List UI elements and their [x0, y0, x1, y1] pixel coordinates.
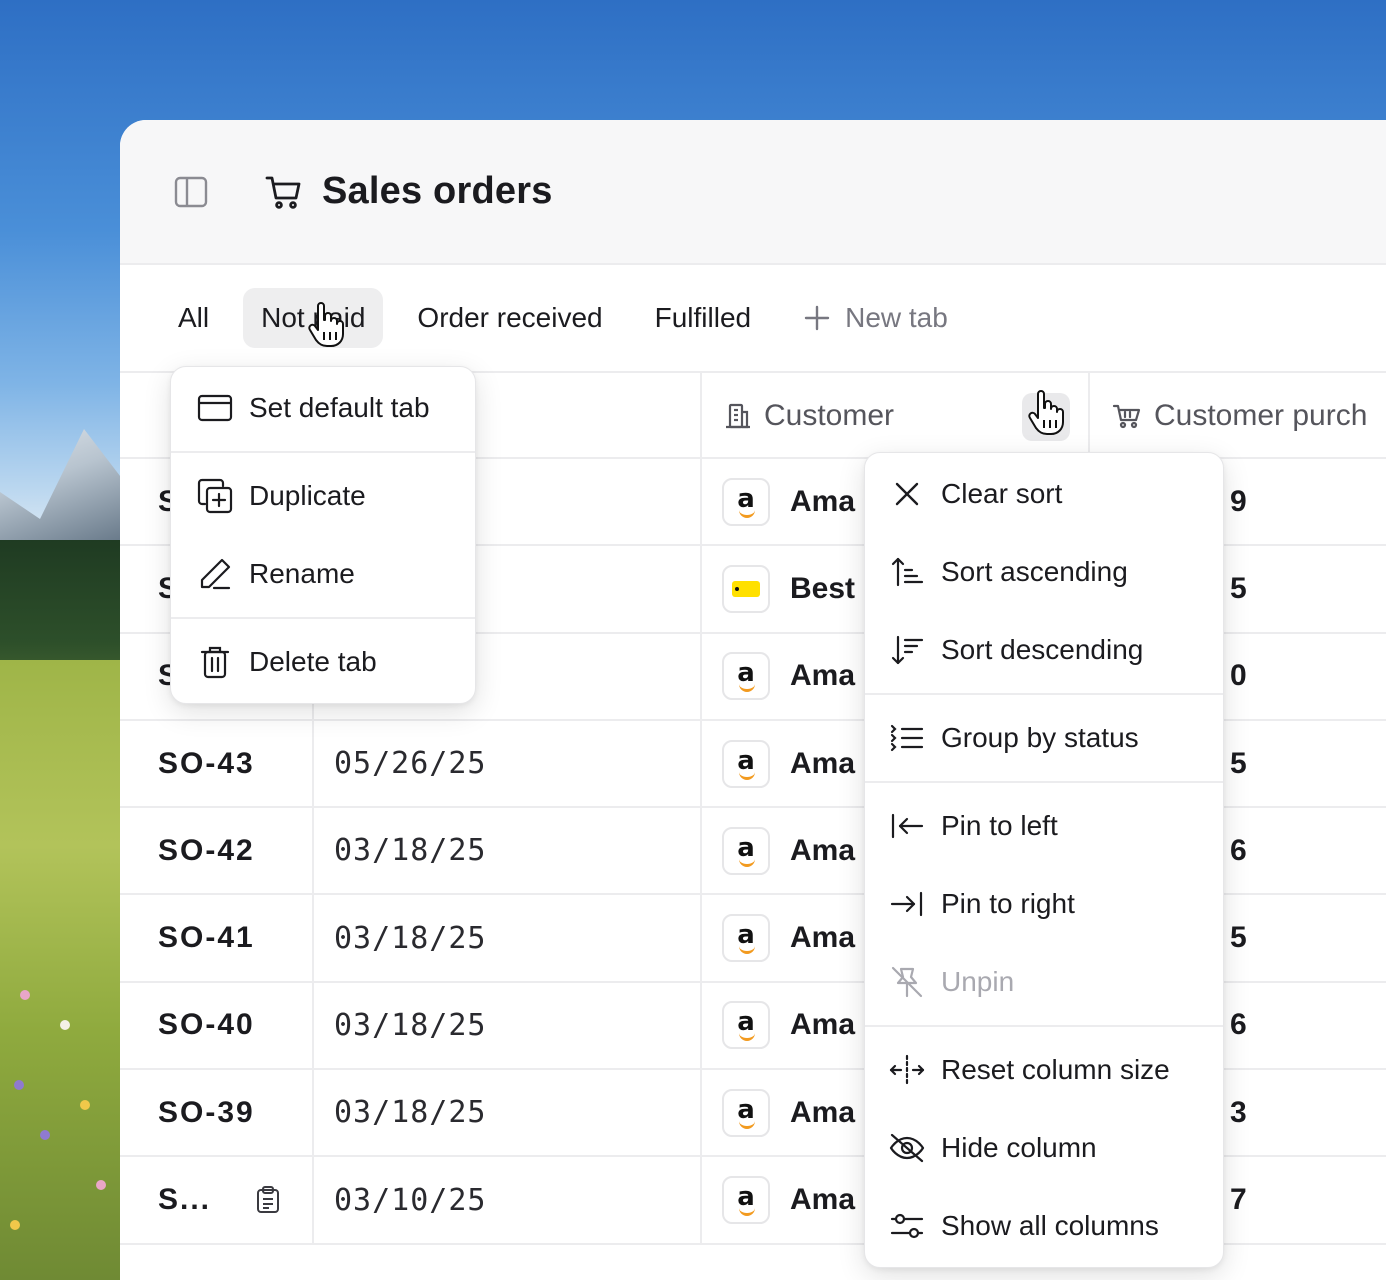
- app-window: Sales orders All Not paid Order received…: [120, 120, 1386, 1280]
- sort-ascending-icon: [889, 554, 925, 590]
- menu-pin-left-label: Pin to left: [941, 810, 1058, 841]
- clipboard-icon: [256, 1157, 280, 1242]
- trash-icon: [197, 644, 233, 680]
- unpin-icon: [889, 964, 925, 1000]
- column-header-customer-purchase[interactable]: Customer purch: [1088, 373, 1386, 459]
- new-tab-label: New tab: [845, 302, 948, 333]
- order-id: SO-40: [158, 1008, 255, 1042]
- order-id: SO-43: [158, 746, 255, 780]
- hand-cursor-icon: [1026, 390, 1066, 436]
- menu-set-default-tab-label: Set default tab: [249, 392, 430, 423]
- duplicate-icon: [197, 478, 233, 514]
- order-date: 05/26/25: [312, 720, 700, 807]
- close-icon: [889, 476, 925, 512]
- order-date: 03/18/25: [312, 895, 700, 981]
- menu-duplicate[interactable]: Duplicate: [171, 457, 475, 535]
- customer-name: Ama: [790, 746, 856, 780]
- order-date: 03/18/25: [312, 982, 700, 1069]
- sort-descending-icon: [889, 632, 925, 668]
- hand-cursor-icon: [306, 302, 346, 348]
- menu-divider: [171, 451, 475, 453]
- menu-sort-ascending-label: Sort ascending: [941, 556, 1128, 587]
- customer-name: Ama: [790, 1008, 856, 1042]
- column-header-customer-purchase-label: Customer purch: [1154, 399, 1368, 432]
- page-title: Sales orders: [322, 170, 553, 212]
- menu-pin-right-label: Pin to right: [941, 888, 1075, 919]
- pencil-icon: [197, 556, 233, 592]
- menu-reset-column-size[interactable]: Reset column size: [865, 1031, 1223, 1109]
- bestbuy-logo-icon: [722, 564, 770, 613]
- menu-clear-sort[interactable]: Clear sort: [865, 455, 1223, 533]
- menu-unpin: Unpin: [865, 943, 1223, 1021]
- sidebar-toggle-icon[interactable]: [174, 175, 208, 209]
- amazon-logo-icon: a: [722, 739, 770, 788]
- customer-name: Best: [790, 571, 856, 605]
- order-date: 03/10/25: [312, 1157, 700, 1243]
- resize-icon: [889, 1052, 925, 1088]
- cart-handle-icon: [1112, 402, 1142, 430]
- menu-hide-column-label: Hide column: [941, 1132, 1097, 1163]
- order-id: S...: [158, 1183, 212, 1217]
- group-list-icon: [889, 720, 925, 756]
- background-meadow: [0, 660, 130, 1280]
- pin-right-icon: [889, 886, 925, 922]
- menu-rename[interactable]: Rename: [171, 535, 475, 613]
- tab-order-received[interactable]: Order received: [399, 288, 620, 348]
- customer-name: Ama: [790, 833, 856, 867]
- menu-unpin-label: Unpin: [941, 966, 1015, 997]
- menu-divider: [865, 1025, 1223, 1027]
- tab-fulfilled[interactable]: Fulfilled: [637, 288, 769, 348]
- menu-show-all-columns-label: Show all columns: [941, 1210, 1159, 1241]
- customer-name: Ama: [790, 659, 856, 693]
- menu-group-by-status[interactable]: Group by status: [865, 699, 1223, 777]
- eye-off-icon: [889, 1130, 925, 1166]
- menu-clear-sort-label: Clear sort: [941, 478, 1063, 509]
- customer-name: Ama: [790, 484, 856, 518]
- tab-all[interactable]: All: [160, 288, 227, 348]
- amazon-logo-icon: a: [722, 914, 770, 963]
- plus-icon: [803, 304, 831, 332]
- amazon-logo-icon: a: [722, 1001, 770, 1050]
- amazon-logo-icon: a: [722, 1088, 770, 1137]
- order-id: SO-41: [158, 921, 255, 955]
- menu-hide-column[interactable]: Hide column: [865, 1109, 1223, 1187]
- menu-sort-descending[interactable]: Sort descending: [865, 611, 1223, 689]
- menu-duplicate-label: Duplicate: [249, 480, 366, 511]
- calendar-icon: [197, 390, 233, 426]
- amazon-logo-icon: a: [722, 1176, 770, 1225]
- menu-set-default-tab[interactable]: Set default tab: [171, 369, 475, 447]
- menu-pin-right[interactable]: Pin to right: [865, 865, 1223, 943]
- menu-group-by-status-label: Group by status: [941, 722, 1139, 753]
- order-id: SO-42: [158, 833, 255, 867]
- cart-icon: [264, 172, 304, 212]
- amazon-logo-icon: a: [722, 652, 770, 701]
- customer-name: Ama: [790, 1095, 856, 1129]
- column-context-menu: Clear sort Sort ascending Sort descendin…: [864, 452, 1224, 1268]
- menu-divider: [865, 781, 1223, 783]
- menu-delete-tab-label: Delete tab: [249, 646, 377, 677]
- order-id: SO-39: [158, 1095, 255, 1129]
- building-icon: [724, 402, 752, 430]
- menu-pin-left[interactable]: Pin to left: [865, 787, 1223, 865]
- amazon-logo-icon: a: [722, 477, 770, 526]
- tab-context-menu: Set default tab Duplicate Rename Delete …: [170, 366, 476, 704]
- order-date: 03/18/25: [312, 808, 700, 894]
- menu-divider: [865, 693, 1223, 695]
- menu-reset-column-size-label: Reset column size: [941, 1054, 1170, 1085]
- new-tab-button[interactable]: New tab: [785, 288, 966, 348]
- pin-left-icon: [889, 808, 925, 844]
- menu-sort-ascending[interactable]: Sort ascending: [865, 533, 1223, 611]
- customer-name: Ama: [790, 1183, 856, 1217]
- app-header: Sales orders: [120, 120, 1386, 265]
- amazon-logo-icon: a: [722, 826, 770, 875]
- menu-show-all-columns[interactable]: Show all columns: [865, 1187, 1223, 1265]
- menu-delete-tab[interactable]: Delete tab: [171, 623, 475, 701]
- menu-divider: [171, 617, 475, 619]
- sliders-icon: [889, 1208, 925, 1244]
- menu-rename-label: Rename: [249, 558, 355, 589]
- menu-sort-descending-label: Sort descending: [941, 634, 1144, 665]
- column-header-customer-label: Customer: [764, 399, 895, 432]
- order-date: 03/18/25: [312, 1070, 700, 1156]
- customer-name: Ama: [790, 921, 856, 955]
